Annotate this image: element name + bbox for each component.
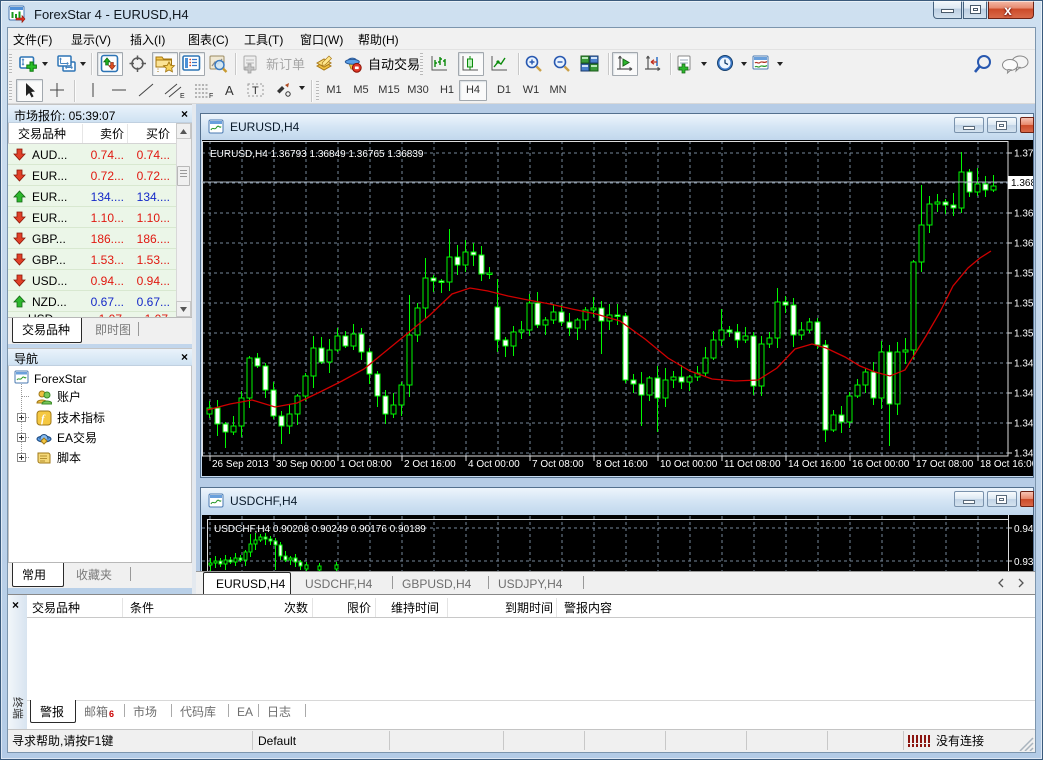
svg-text:T: T xyxy=(252,85,259,97)
svg-text:1.3580: 1.3580 xyxy=(1014,269,1033,280)
svg-text:1 Oct 08:00: 1 Oct 08:00 xyxy=(340,459,392,470)
svg-text:4 Oct 00:00: 4 Oct 00:00 xyxy=(468,459,520,470)
svg-text:2 Oct 16:00: 2 Oct 16:00 xyxy=(404,459,456,470)
svg-text:1.3684: 1.3684 xyxy=(1011,178,1033,189)
svg-text:18 Oct 16:00: 18 Oct 16:00 xyxy=(980,459,1033,470)
svg-text:1.3400: 1.3400 xyxy=(1014,449,1033,460)
svg-text:F: F xyxy=(209,93,213,99)
svg-text:1.3610: 1.3610 xyxy=(1014,239,1033,250)
svg-text:7 Oct 08:00: 7 Oct 08:00 xyxy=(532,459,584,470)
svg-text:USDCHF,H4 0.90208 0.90249 0.90: USDCHF,H4 0.90208 0.90249 0.90176 0.9018… xyxy=(214,524,426,535)
svg-text:16 Oct 00:00: 16 Oct 00:00 xyxy=(852,459,910,470)
svg-text:30 Sep 00:00: 30 Sep 00:00 xyxy=(276,459,336,470)
svg-text:EURUSD,H4 1.36793 1.36849 1.36: EURUSD,H4 1.36793 1.36849 1.36765 1.3683… xyxy=(210,149,424,160)
svg-text:0.9420: 0.9420 xyxy=(1014,524,1033,535)
svg-text:8 Oct 16:00: 8 Oct 16:00 xyxy=(596,459,648,470)
svg-text:11 Oct 08:00: 11 Oct 08:00 xyxy=(724,459,781,470)
svg-text:1.3640: 1.3640 xyxy=(1014,209,1033,220)
svg-text:1.3490: 1.3490 xyxy=(1014,359,1033,370)
svg-text:1.3430: 1.3430 xyxy=(1014,419,1033,430)
svg-text:1.3460: 1.3460 xyxy=(1014,389,1033,400)
svg-text:14 Oct 16:00: 14 Oct 16:00 xyxy=(788,459,846,470)
svg-text:1.3520: 1.3520 xyxy=(1014,329,1033,340)
svg-text:E: E xyxy=(180,93,185,99)
svg-text:1.3700: 1.3700 xyxy=(1014,149,1033,160)
svg-text:26 Sep 2013: 26 Sep 2013 xyxy=(212,459,269,470)
svg-text:0.9340: 0.9340 xyxy=(1014,557,1033,568)
svg-text:10 Oct 00:00: 10 Oct 00:00 xyxy=(660,459,718,470)
svg-text:1.3550: 1.3550 xyxy=(1014,299,1033,310)
svg-text:17 Oct 08:00: 17 Oct 08:00 xyxy=(916,459,974,470)
